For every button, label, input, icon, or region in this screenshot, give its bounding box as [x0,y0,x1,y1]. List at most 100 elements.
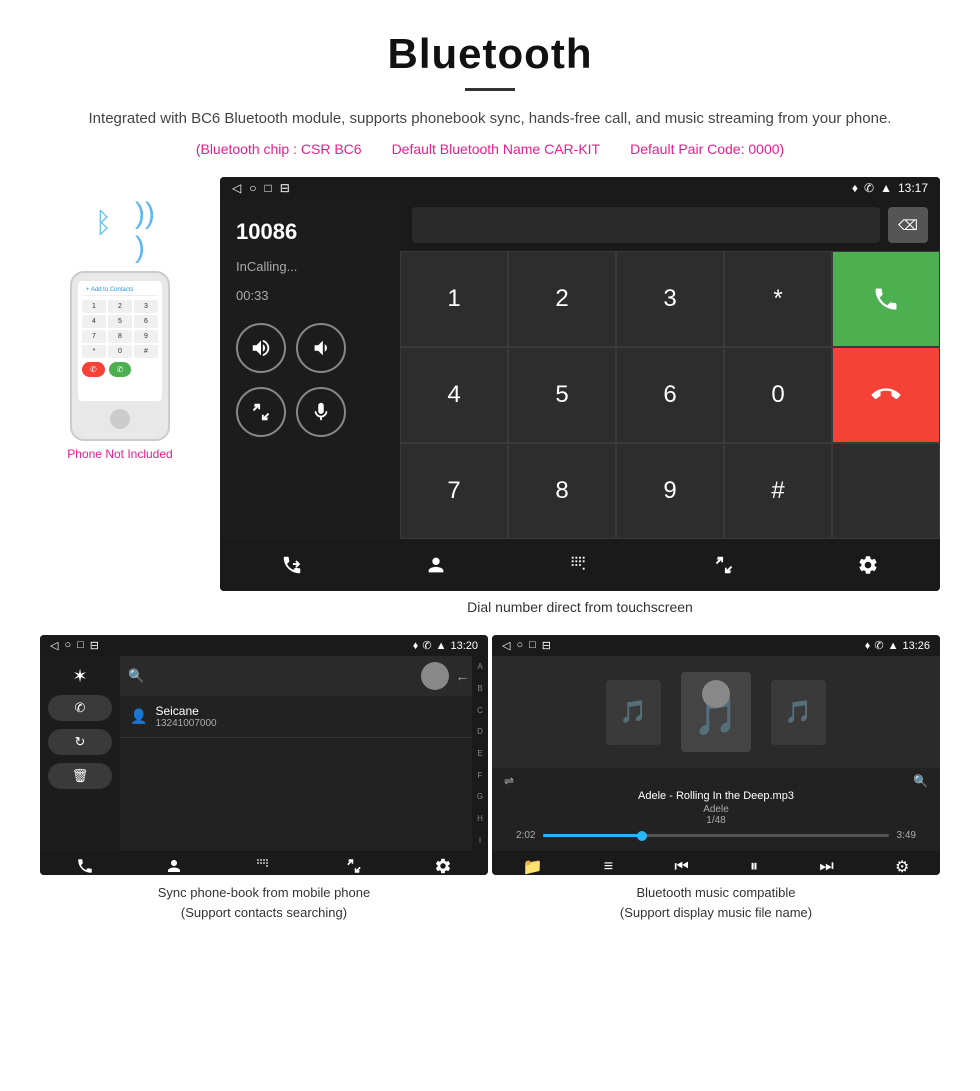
recent-icon: □ [264,181,271,195]
music-prev-icon[interactable]: ⏮ [674,858,688,875]
pb-nav-transfer[interactable] [345,857,363,875]
pb-sync-button[interactable]: ↻ [48,729,112,755]
music-thumb [637,831,647,841]
music-play-pause-icon[interactable]: ⏸ [750,858,758,875]
music-next-icon[interactable]: ⏭ [819,858,833,875]
pb-recent-icon: □ [77,639,84,652]
backspace-button[interactable]: ⌫ [888,207,928,243]
music-folder-icon[interactable]: 📁 [523,857,543,875]
pb-delete-button[interactable]: 🗑 [48,763,112,789]
pb-body: ✶ ✆ ↻ 🗑 🔍 ← * � [40,656,488,851]
dial-key-6[interactable]: 6 [616,347,724,443]
album-art-right: 🎵 [771,680,826,745]
pb-back-icon: ◁ [50,639,58,652]
dial-key-0[interactable]: 0 [724,347,832,443]
spec-code: Default Pair Code: 0000) [630,141,784,157]
phone-key-6: 6 [134,315,158,328]
phone-illustration: ᛒ ))) + Add to Contacts 1 2 3 4 5 6 7 8 … [40,177,200,461]
time-display: 13:17 [898,181,928,195]
dial-key-1[interactable]: 1 [400,251,508,347]
call-action-btns [236,323,384,373]
nav-dialpad-icon[interactable] [560,549,600,581]
phone-key-9: 9 [134,330,158,343]
album-art-main: 🎵 [681,672,751,752]
pb-nav-contacts[interactable] [165,857,183,875]
pb-nav-calls[interactable] [76,857,94,875]
nav-calls-icon[interactable] [272,549,312,581]
dial-key-star[interactable]: * [724,251,832,347]
music-status-bar: ◁ ○ □ ⊟ ♦ ✆ ▲ 13:26 [492,635,940,656]
home-icon: ○ [249,181,256,195]
music-recent-icon: □ [529,639,536,652]
phonebook-caption: Sync phone-book from mobile phone (Suppo… [40,875,488,926]
nav-settings-icon[interactable] [848,549,888,581]
pb-search-bar: 🔍 ← * [120,656,488,696]
main-car-screen-container: ◁ ○ □ ⊟ ♦ ✆ ▲ 13:17 10086 InCalling... [220,177,940,625]
dialpad-keys: 1 2 3 * 4 5 6 0 [400,251,940,539]
menu-icon: ⊟ [280,181,290,195]
pb-location-icon: ♦ [413,640,419,652]
pb-bluetooth-icon: ✶ [48,666,112,687]
dial-key-7[interactable]: 7 [400,443,508,539]
dial-key-8[interactable]: 8 [508,443,616,539]
search-icon[interactable]: 🔍 [913,774,928,788]
main-screen-section: ᛒ ))) + Add to Contacts 1 2 3 4 5 6 7 8 … [0,167,980,635]
spec-chip: (Bluetooth chip : CSR BC6 [196,141,362,157]
shuffle-icon[interactable]: ⇌ [504,774,514,788]
music-note-right-icon: 🎵 [785,699,812,725]
dial-input-bar: ⌫ [400,199,940,251]
music-caption-line2: (Support display music file name) [620,905,812,920]
pb-call-button[interactable]: ✆ [48,695,112,721]
page-title: Bluetooth [60,30,920,78]
dial-key-9[interactable]: 9 [616,443,724,539]
nav-icons: ◁ ○ □ ⊟ [232,181,290,195]
music-home-icon: ○ [516,639,523,652]
car-screen-main: ◁ ○ □ ⊟ ♦ ✆ ▲ 13:17 10086 InCalling... [220,177,940,591]
music-track[interactable] [543,834,888,837]
pb-contact-item[interactable]: 👤 Seicane 13241007000 [120,696,488,738]
music-title: Adele - Rolling In the Deep.mp3 [504,790,928,802]
add-contact-label: + Add to Contacts [82,285,158,296]
call-button[interactable] [832,251,940,347]
main-screen-caption: Dial number direct from touchscreen [220,591,940,625]
dial-input-display[interactable] [412,207,880,243]
music-back-icon: ◁ [502,639,510,652]
volume-down-button[interactable] [296,323,346,373]
microphone-button[interactable] [296,387,346,437]
dial-key-3[interactable]: 3 [616,251,724,347]
music-eq-icon[interactable]: ⚙ [895,857,909,875]
pb-contact-name: Seicane [155,704,216,718]
phone-call-button: ✆ [109,362,132,377]
nav-transfer-icon[interactable] [704,549,744,581]
phone-key-7: 7 [82,330,106,343]
pb-nav-dialpad[interactable] [255,857,273,875]
header-section: Bluetooth Integrated with BC6 Bluetooth … [0,0,980,167]
dial-key-hash[interactable]: # [724,443,832,539]
call-timer: 00:33 [236,288,384,303]
music-list-icon[interactable]: ≡ [604,858,613,875]
album-art-circle [702,680,730,708]
pb-bottom-nav [40,851,488,875]
volume-up-button[interactable] [236,323,286,373]
phone-mockup: + Add to Contacts 1 2 3 4 5 6 7 8 9 * 0 … [70,271,170,441]
back-icon: ◁ [232,181,241,195]
location-icon: ♦ [852,181,858,195]
phone-not-included-label: Phone Not Included [67,447,172,461]
end-call-button[interactable] [832,347,940,443]
music-caption-line1: Bluetooth music compatible [637,885,796,900]
call-number: 10086 [236,219,384,245]
phone-key-2: 2 [108,300,132,313]
transfer-button[interactable] [236,387,286,437]
phone-key-hash: # [134,345,158,358]
dial-key-2[interactable]: 2 [508,251,616,347]
music-caption: Bluetooth music compatible (Support disp… [492,875,940,926]
dial-key-5[interactable]: 5 [508,347,616,443]
pb-nav-settings[interactable] [434,857,452,875]
dial-key-4[interactable]: 4 [400,347,508,443]
music-info-area: ⇌ 🔍 Adele - Rolling In the Deep.mp3 Adel… [492,768,940,851]
call-status: InCalling... [236,259,384,274]
nav-contacts-icon[interactable] [416,549,456,581]
music-phone-icon: ✆ [874,639,883,652]
phone-key-0: 0 [108,345,132,358]
phonebook-caption-line2: (Support contacts searching) [181,905,347,920]
